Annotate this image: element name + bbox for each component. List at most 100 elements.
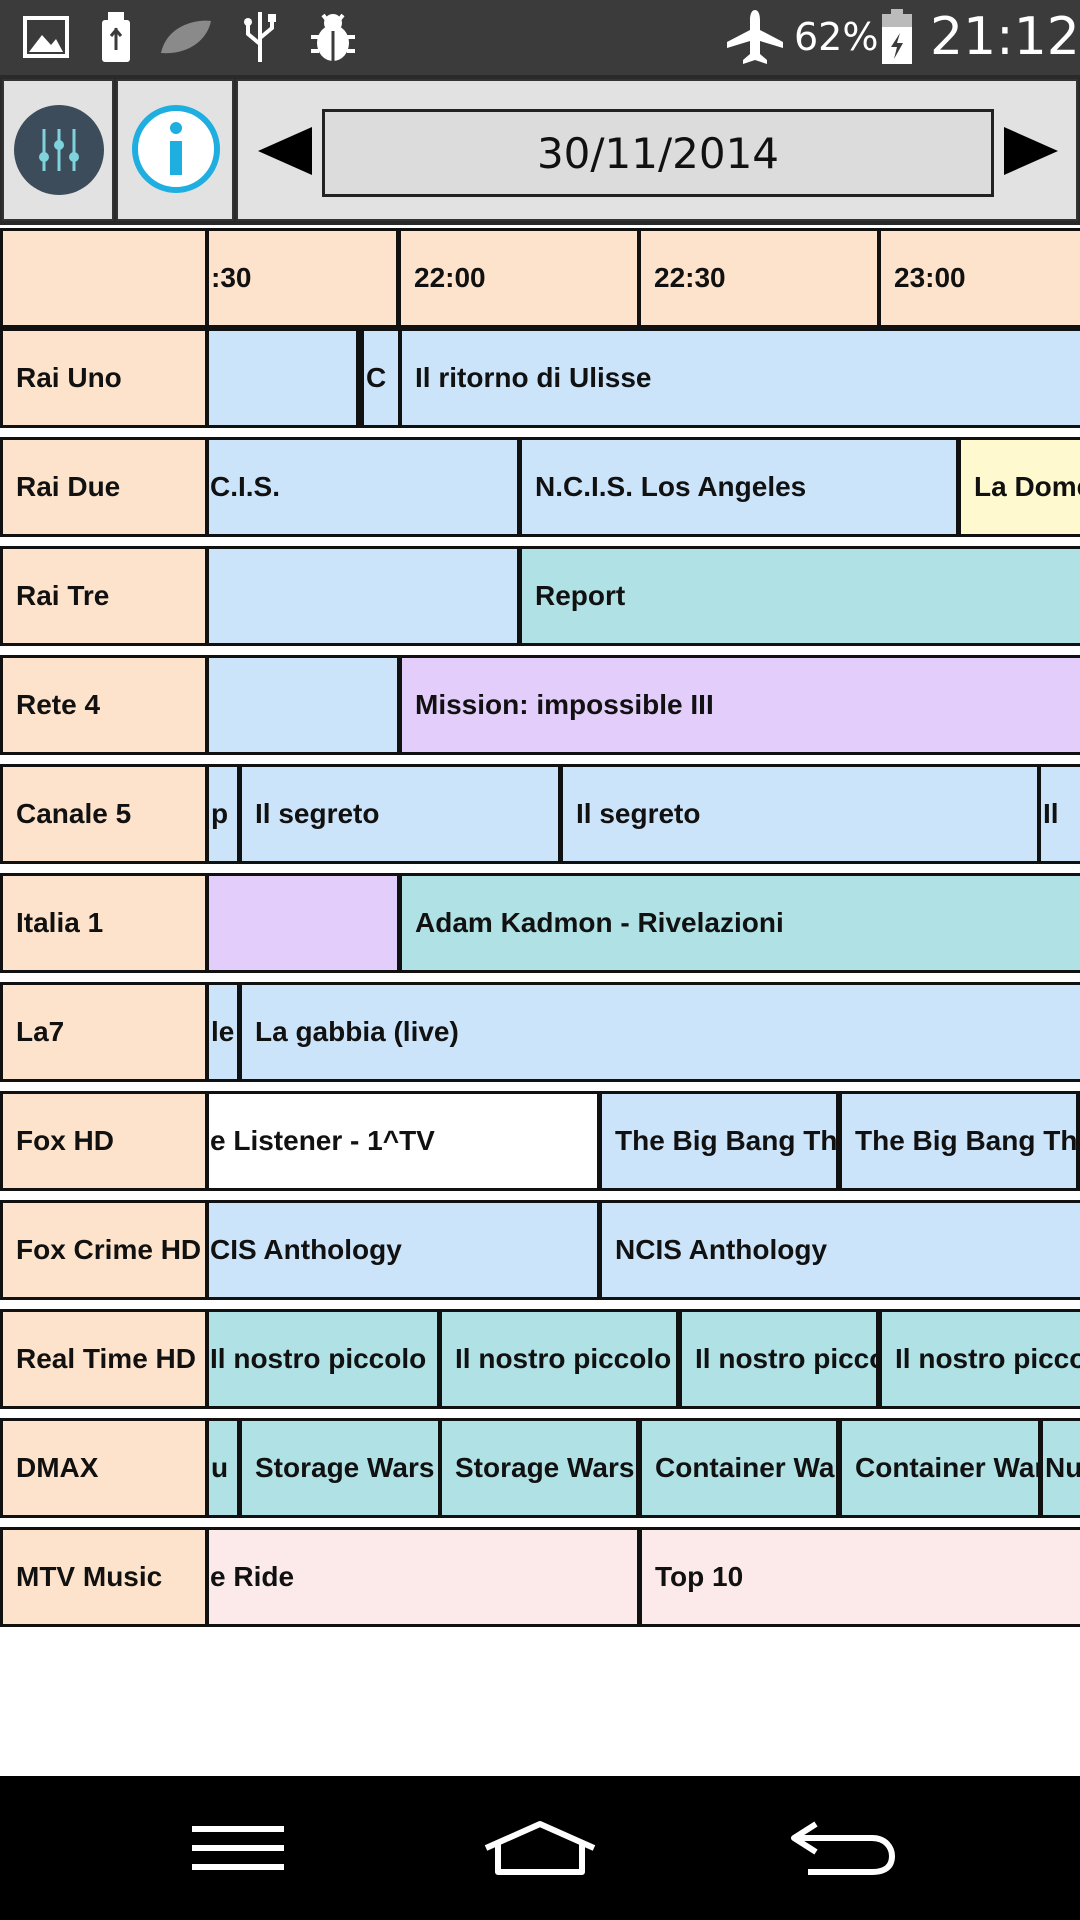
program-cell[interactable]: Il segreto [242,767,558,861]
program-cell[interactable]: Il nostro piccolo [209,1312,437,1406]
program-cell[interactable]: Storage Wars [442,1421,636,1515]
battery-percent: 62% [794,15,879,59]
program-title: Mission: impossible III [415,689,714,720]
program-title: e Ride [210,1561,295,1592]
program-title: Il nostro piccolo [695,1343,876,1374]
program-title: The Big Bang Theory [615,1125,836,1156]
channel-row: Rai DueC.I.S. N.C.I.S. Los Angeles La Dome… [0,437,1080,537]
channel-name[interactable]: Rete 4 [3,658,205,752]
program-cell[interactable]: N.C.I.S. Los Angeles [522,440,956,534]
program-cell[interactable]: Il ritorno di Ulisse [402,331,1080,425]
program-title: C [366,362,387,393]
channel-name[interactable]: Fox HD [3,1094,205,1188]
program-title: Container Wars [655,1452,836,1483]
program-cell[interactable]: Container Wars [842,1421,1038,1515]
program-cell[interactable]: le [209,985,237,1079]
channel-name[interactable]: Real Time HD [3,1312,205,1406]
program-cell[interactable]: Adam Kadmon - Rivelazioni [402,876,1080,970]
program-cell[interactable]: The Big Bang Theory [602,1094,836,1188]
settings-button[interactable] [2,79,114,221]
program-title: Storage Wars [455,1452,635,1483]
channel-row: Real Time HD Il nostro piccolo Il nostro p… [0,1309,1080,1409]
info-icon [130,103,222,199]
program-title: e Listener - 1^TV [210,1125,435,1156]
time-slot: 23:00 [881,231,1080,325]
program-title: le [211,1016,235,1047]
channel-name[interactable]: Fox Crime HD [3,1203,205,1297]
date-display[interactable]: 30/11/2014 [322,109,994,197]
program-cell[interactable]: La gabbia (live) [242,985,1080,1079]
program-title: Il segreto [576,798,701,829]
program-title: Il segreto [255,798,380,829]
channel-row: DMAX u Storage Wars Storage Wars Container W… [0,1418,1080,1518]
program-title: Il nostro piccolo [455,1343,672,1374]
program-cell[interactable] [209,331,356,425]
program-cell[interactable]: NCIS Anthology [602,1203,1080,1297]
program-cell[interactable] [209,549,517,643]
program-cell[interactable]: Nu [1043,1421,1080,1515]
program-cell[interactable] [209,658,397,752]
leaf-icon [156,8,216,66]
program-title: Il nostro piccolo [210,1343,427,1374]
channel-row: Rai Uno C Il ritorno di Ulisse [0,328,1080,428]
channel-row: Fox Crime HD CIS Anthology NCIS Anthology [0,1200,1080,1300]
triangle-right-icon [1004,127,1058,175]
channel-row: Rai Tre Report [0,546,1080,646]
program-cell[interactable]: Mission: impossible III [402,658,1080,752]
program-cell[interactable]: C [364,331,398,425]
channel-name[interactable]: Italia 1 [3,876,205,970]
program-title: p [211,798,229,829]
channel-name[interactable]: Rai Due [3,440,205,534]
channel-row: Fox HDe Listener - 1^TV The Big Bang Theo… [0,1091,1080,1191]
channel-name[interactable]: MTV Music [3,1530,205,1624]
program-cell[interactable] [209,876,397,970]
program-cell[interactable]: e Listener - 1^TV [209,1094,597,1188]
navigation-bar [0,1776,1080,1920]
program-title: Report [535,580,626,611]
program-cell[interactable]: CIS Anthology [209,1203,597,1297]
channel-name[interactable]: DMAX [3,1421,205,1515]
program-title: Il [1043,798,1059,829]
program-cell[interactable]: e Ride [209,1530,637,1624]
program-title: Storage Wars [255,1452,435,1483]
next-day-button[interactable] [1002,125,1060,181]
menu-button[interactable] [148,1796,328,1900]
channel-name[interactable]: Canale 5 [3,767,205,861]
program-title: u [211,1452,229,1483]
battery-charging-icon [878,8,916,66]
channel-row: Rete 4 Mission: impossible III [0,655,1080,755]
program-cell[interactable]: Il [1041,767,1080,861]
triangle-left-icon [258,127,312,175]
program-title: NCIS Anthology [615,1234,828,1265]
back-icon [791,1821,895,1875]
program-cell[interactable]: Il segreto [563,767,1037,861]
prev-day-button[interactable] [256,125,314,181]
home-button[interactable] [450,1796,630,1900]
program-cell[interactable]: Top 10 [642,1530,1080,1624]
channel-name[interactable]: La7 [3,985,205,1079]
program-title: Container Wars [855,1452,1038,1483]
program-title: The Big Bang Theory [855,1125,1076,1156]
program-cell[interactable]: p [209,767,237,861]
channel-row: MTV Music e Ride Top 10 [0,1527,1080,1627]
airplane-icon [724,8,786,66]
info-button[interactable] [116,79,234,221]
program-cell[interactable]: Report [522,549,1080,643]
time-slot: :30 [209,231,396,325]
program-cell[interactable]: The Big Bang Theory [842,1094,1076,1188]
program-cell[interactable]: u [209,1421,237,1515]
program-cell[interactable]: Il nostro piccolo [442,1312,676,1406]
program-cell[interactable]: Storage Wars [242,1421,438,1515]
program-cell[interactable]: Il nostro piccolo [882,1312,1080,1406]
timeline-header: :30 22:00 22:30 23:00 [0,228,1080,328]
channel-name[interactable]: Rai Uno [3,331,205,425]
channel-name[interactable]: Rai Tre [3,549,205,643]
program-cell[interactable]: La Domenica [961,440,1080,534]
program-cell[interactable]: Il nostro piccolo [682,1312,876,1406]
program-title: C.I.S. [210,471,281,502]
program-title: Nu [1045,1452,1080,1483]
program-cell[interactable]: Container Wars [642,1421,836,1515]
program-cell[interactable]: C.I.S. [209,440,517,534]
program-title: Top 10 [655,1561,744,1592]
back-button[interactable] [752,1796,932,1900]
